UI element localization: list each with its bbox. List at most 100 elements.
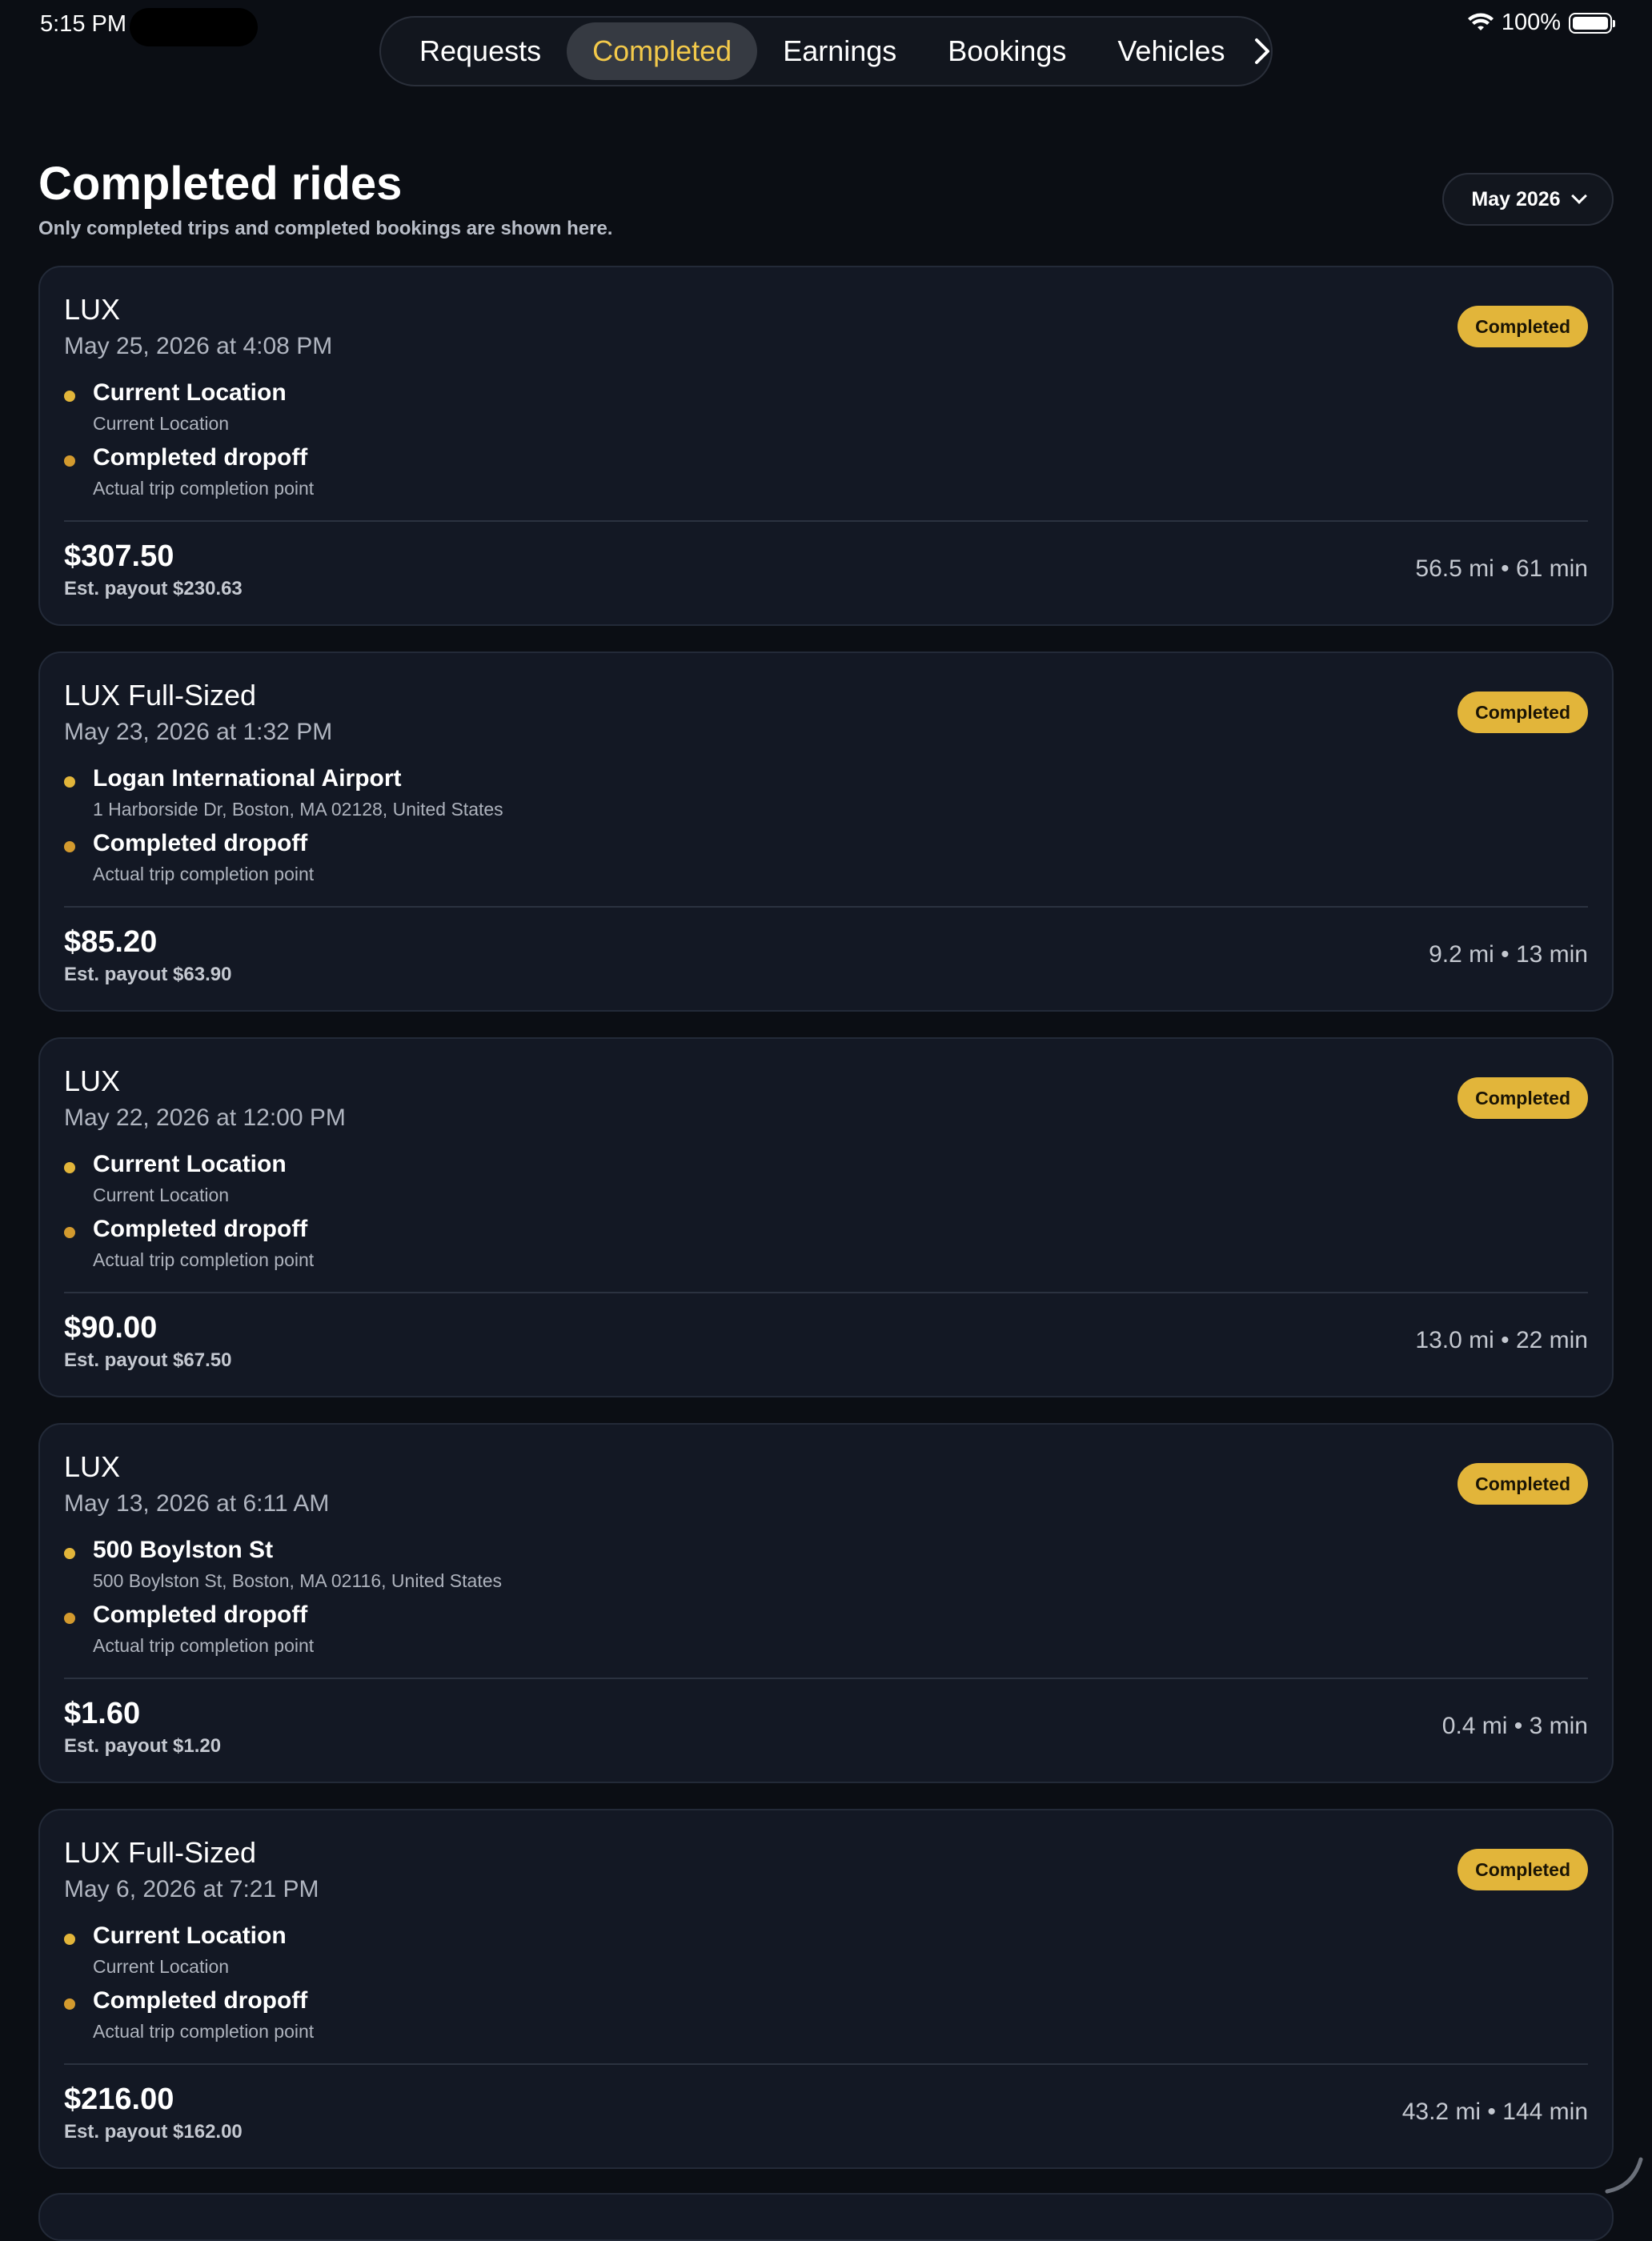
pickup-dot-icon (64, 1548, 75, 1559)
status-badge: Completed (1458, 692, 1588, 733)
month-selector[interactable]: May 2026 (1442, 173, 1614, 226)
tabs-next-button[interactable] (1253, 22, 1271, 80)
resize-handle-icon[interactable] (1601, 2151, 1646, 2196)
dropoff-dot-icon (64, 455, 75, 467)
ride-payout: Est. payout $162.00 (64, 2121, 243, 2143)
card-divider (64, 1292, 1588, 1293)
ride-date: May 13, 2026 at 6:11 AM (64, 1490, 330, 1517)
chevron-down-icon (1570, 188, 1587, 204)
battery-icon (1569, 12, 1615, 34)
pickup-name: Logan International Airport (93, 765, 402, 792)
ride-payout: Est. payout $63.90 (64, 964, 232, 985)
pickup-stop: Current Location Current Location (64, 1151, 287, 1206)
wifi-icon (1467, 13, 1494, 30)
chevron-right-icon (1255, 38, 1270, 64)
ride-payout: Est. payout $67.50 (64, 1349, 232, 1371)
ride-distance-duration: 9.2 mi • 13 min (1429, 941, 1588, 968)
ride-class: LUX Full-Sized (64, 679, 257, 712)
tab-bookings[interactable]: Bookings (922, 22, 1092, 80)
pickup-address: 1 Harborside Dr, Boston, MA 02128, Unite… (93, 799, 503, 820)
status-badge: Completed (1458, 306, 1588, 347)
card-divider (64, 1678, 1588, 1679)
dropoff-address: Actual trip completion point (93, 478, 315, 499)
dropoff-dot-icon (64, 1613, 75, 1624)
dropoff-name: Completed dropoff (93, 1216, 308, 1242)
pickup-dot-icon (64, 776, 75, 788)
card-divider (64, 520, 1588, 522)
tab-vehicles[interactable]: Vehicles (1092, 22, 1250, 80)
tab-completed[interactable]: Completed (567, 22, 758, 80)
pickup-address: Current Location (93, 1956, 230, 1977)
status-badge: Completed (1458, 1463, 1588, 1505)
ride-date: May 6, 2026 at 7:21 PM (64, 1876, 319, 1902)
ride-list: LUX May 25, 2026 at 4:08 PM Completed Cu… (38, 266, 1614, 2195)
ride-distance-duration: 56.5 mi • 61 min (1415, 555, 1588, 582)
dropoff-name: Completed dropoff (93, 1987, 308, 2014)
pickup-address: Current Location (93, 413, 230, 434)
month-selector-label: May 2026 (1471, 187, 1561, 210)
redacted-area (130, 8, 258, 46)
page-title: Completed rides (38, 158, 403, 210)
pickup-dot-icon (64, 1934, 75, 1945)
dropoff-name: Completed dropoff (93, 444, 308, 471)
status-time: 5:15 PM (40, 11, 126, 37)
ride-distance-duration: 0.4 mi • 3 min (1441, 1713, 1588, 1739)
ride-distance-duration: 13.0 mi • 22 min (1415, 1327, 1588, 1353)
tab-earnings[interactable]: Earnings (757, 22, 922, 80)
pickup-name: Current Location (93, 1151, 287, 1177)
ride-fare: $90.00 (64, 1311, 158, 1345)
dropoff-dot-icon (64, 1998, 75, 2010)
dropoff-stop: Completed dropoff Actual trip completion… (64, 1987, 314, 2043)
ride-fare: $85.20 (64, 925, 158, 959)
top-tab-bar: Requests Completed Earnings Bookings Veh… (379, 16, 1273, 86)
ride-card-partial[interactable] (38, 2193, 1614, 2241)
pickup-name: 500 Boylston St (93, 1537, 274, 1563)
tab-requests[interactable]: Requests (394, 22, 567, 80)
pickup-name: Current Location (93, 1922, 287, 1949)
ride-card[interactable]: LUX May 25, 2026 at 4:08 PM Completed Cu… (38, 266, 1614, 626)
pickup-stop: Current Location Current Location (64, 1922, 287, 1978)
status-indicators: 100% (1467, 10, 1615, 36)
dropoff-name: Completed dropoff (93, 830, 308, 856)
ride-payout: Est. payout $230.63 (64, 578, 243, 599)
ride-class: LUX (64, 1450, 121, 1483)
status-badge: Completed (1458, 1077, 1588, 1119)
ride-class: LUX Full-Sized (64, 1836, 257, 1869)
ride-payout: Est. payout $1.20 (64, 1735, 222, 1757)
dropoff-stop: Completed dropoff Actual trip completion… (64, 830, 314, 885)
pickup-stop: Current Location Current Location (64, 379, 287, 435)
ride-class: LUX (64, 1064, 121, 1097)
page-subtitle: Only completed trips and completed booki… (38, 218, 613, 239)
dropoff-address: Actual trip completion point (93, 2021, 315, 2042)
ride-distance-duration: 43.2 mi • 144 min (1401, 2099, 1588, 2125)
dropoff-address: Actual trip completion point (93, 1249, 315, 1270)
ride-fare: $1.60 (64, 1697, 141, 1730)
pickup-address: 500 Boylston St, Boston, MA 02116, Unite… (93, 1570, 502, 1591)
pickup-dot-icon (64, 1162, 75, 1173)
ride-date: May 23, 2026 at 1:32 PM (64, 719, 333, 745)
dropoff-name: Completed dropoff (93, 1602, 308, 1628)
ride-fare: $216.00 (64, 2083, 174, 2116)
dropoff-dot-icon (64, 841, 75, 852)
dropoff-address: Actual trip completion point (93, 1635, 315, 1656)
ride-class: LUX (64, 293, 121, 326)
pickup-address: Current Location (93, 1185, 230, 1205)
pickup-stop: 500 Boylston St 500 Boylston St, Boston,… (64, 1537, 502, 1592)
ride-date: May 22, 2026 at 12:00 PM (64, 1104, 346, 1131)
pickup-stop: Logan International Airport 1 Harborside… (64, 765, 503, 820)
status-badge: Completed (1458, 1849, 1588, 1890)
battery-percent: 100% (1501, 10, 1561, 35)
ride-card[interactable]: LUX Full-Sized May 6, 2026 at 7:21 PM Co… (38, 1809, 1614, 2169)
dropoff-stop: Completed dropoff Actual trip completion… (64, 1602, 314, 1657)
card-divider (64, 2063, 1588, 2065)
ride-card[interactable]: LUX May 13, 2026 at 6:11 AM Completed 50… (38, 1423, 1614, 1783)
card-divider (64, 906, 1588, 908)
ride-card[interactable]: LUX Full-Sized May 23, 2026 at 1:32 PM C… (38, 651, 1614, 1012)
ride-date: May 25, 2026 at 4:08 PM (64, 333, 333, 359)
ride-card[interactable]: LUX May 22, 2026 at 12:00 PM Completed C… (38, 1037, 1614, 1397)
dropoff-stop: Completed dropoff Actual trip completion… (64, 444, 314, 499)
dropoff-address: Actual trip completion point (93, 864, 315, 884)
pickup-dot-icon (64, 391, 75, 402)
dropoff-stop: Completed dropoff Actual trip completion… (64, 1216, 314, 1271)
ride-fare: $307.50 (64, 539, 174, 573)
